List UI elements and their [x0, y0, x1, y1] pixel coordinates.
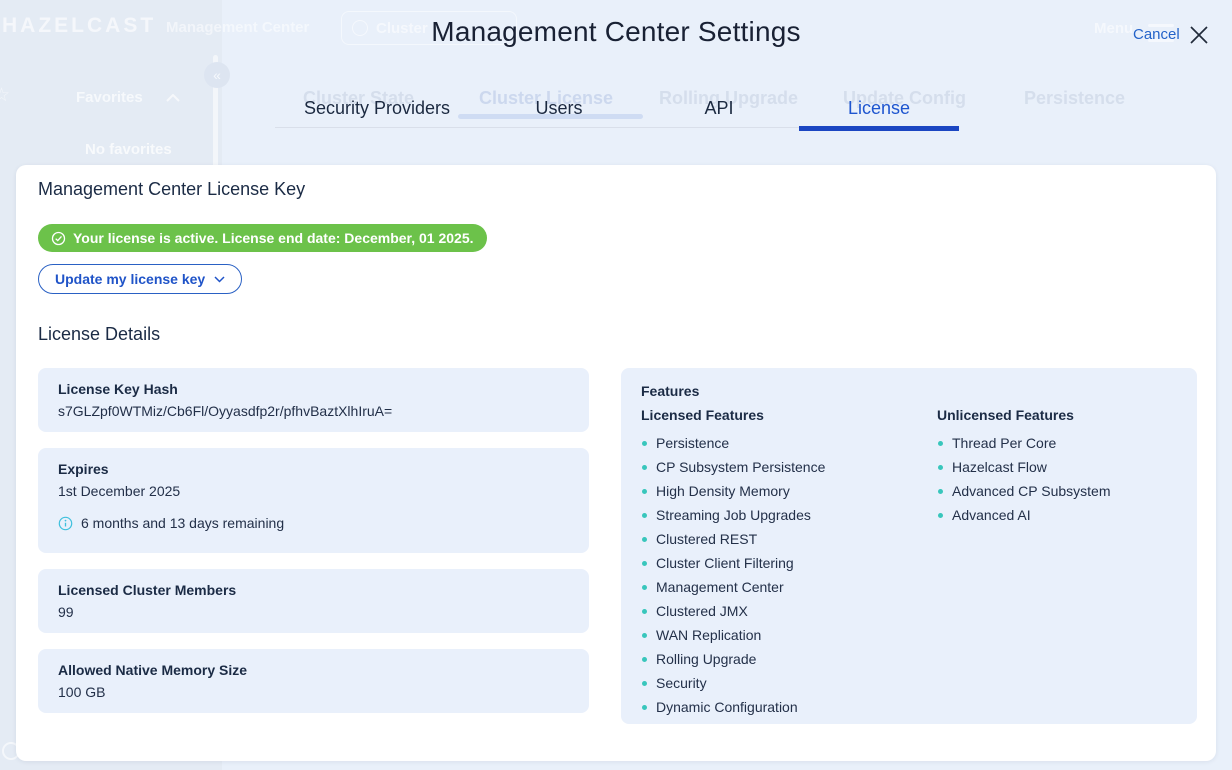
feature-item: Persistence: [641, 431, 937, 455]
feature-item: Dynamic Configuration: [641, 695, 937, 719]
close-icon[interactable]: [1186, 22, 1212, 48]
time-remaining-row: 6 months and 13 days remaining: [58, 515, 569, 531]
feature-item: WAN Replication: [641, 623, 937, 647]
licensed-features-list: PersistenceCP Subsystem PersistenceHigh …: [641, 431, 937, 719]
feature-item: Advanced CP Subsystem: [937, 479, 1177, 503]
tab-license[interactable]: License: [799, 92, 959, 127]
licensed-features-column: Licensed Features PersistenceCP Subsyste…: [641, 407, 937, 719]
feature-item: Management Center: [641, 575, 937, 599]
backdrop-favorites-label: Favorites: [76, 89, 143, 106]
settings-tab-bar: Security Providers Users API License: [275, 92, 959, 128]
feature-item: High Density Memory: [641, 479, 937, 503]
license-details-heading: License Details: [38, 324, 160, 345]
time-remaining-text: 6 months and 13 days remaining: [81, 515, 284, 531]
chevron-up-icon: [166, 94, 180, 102]
unlicensed-features-heading: Unlicensed Features: [937, 407, 1177, 423]
expires-value: 1st December 2025: [58, 483, 569, 499]
license-details-grid: License Key Hash s7GLZpf0WTMiz/Cb6Fl/Oyy…: [38, 368, 1197, 724]
update-license-key-button[interactable]: Update my license key: [38, 264, 242, 294]
cancel-button[interactable]: Cancel: [1133, 26, 1180, 43]
backdrop-no-favorites-text: No favorites: [85, 141, 172, 158]
tab-api[interactable]: API: [639, 92, 799, 127]
license-settings-panel: Management Center License Key Your licen…: [16, 165, 1216, 761]
check-circle-icon: [51, 231, 66, 246]
licensed-features-heading: Licensed Features: [641, 407, 937, 423]
feature-item: Security: [641, 671, 937, 695]
native-memory-card: Allowed Native Memory Size 100 GB: [38, 649, 589, 713]
unlicensed-features-column: Unlicensed Features Thread Per CoreHazel…: [937, 407, 1177, 719]
native-memory-value: 100 GB: [58, 684, 569, 700]
license-status-badge: Your license is active. License end date…: [38, 224, 487, 252]
features-panel: Features Licensed Features PersistenceCP…: [621, 368, 1197, 724]
license-status-text: Your license is active. License end date…: [73, 230, 474, 246]
feature-item: Clustered JMX: [641, 599, 937, 623]
features-heading: Features: [641, 383, 1177, 399]
unlicensed-features-list: Thread Per CoreHazelcast FlowAdvanced CP…: [937, 431, 1177, 527]
feature-item: CP Subsystem Persistence: [641, 455, 937, 479]
cluster-members-card: Licensed Cluster Members 99: [38, 569, 589, 633]
chevron-down-icon: [214, 276, 225, 283]
tab-users[interactable]: Users: [479, 92, 639, 127]
page-title: Management Center Settings: [0, 16, 1232, 48]
tab-security-providers[interactable]: Security Providers: [275, 92, 479, 127]
ghost-tab-persistence: Persistence: [1024, 88, 1125, 109]
license-key-hash-card: License Key Hash s7GLZpf0WTMiz/Cb6Fl/Oyy…: [38, 368, 589, 432]
info-icon: [58, 516, 73, 531]
sidebar-collapse-icon: «: [204, 62, 230, 88]
card-label: Allowed Native Memory Size: [58, 662, 569, 678]
license-key-hash-value: s7GLZpf0WTMiz/Cb6Fl/Oyyasdfp2r/pfhvBaztX…: [58, 403, 569, 419]
license-details-cards: License Key Hash s7GLZpf0WTMiz/Cb6Fl/Oyy…: [38, 368, 589, 724]
license-key-heading: Management Center License Key: [38, 179, 305, 200]
feature-item: Clustered REST: [641, 527, 937, 551]
feature-item: Streaming Job Upgrades: [641, 503, 937, 527]
feature-item: Advanced AI: [937, 503, 1177, 527]
card-label: Expires: [58, 461, 569, 477]
expires-card: Expires 1st December 2025 6 months and 1…: [38, 448, 589, 553]
star-icon: ☆: [0, 84, 10, 107]
feature-item: Hazelcast Flow: [937, 455, 1177, 479]
card-label: License Key Hash: [58, 381, 569, 397]
cluster-members-value: 99: [58, 604, 569, 620]
card-label: Licensed Cluster Members: [58, 582, 569, 598]
feature-item: Cluster Client Filtering: [641, 551, 937, 575]
feature-item: Rolling Upgrade: [641, 647, 937, 671]
feature-item: Thread Per Core: [937, 431, 1177, 455]
